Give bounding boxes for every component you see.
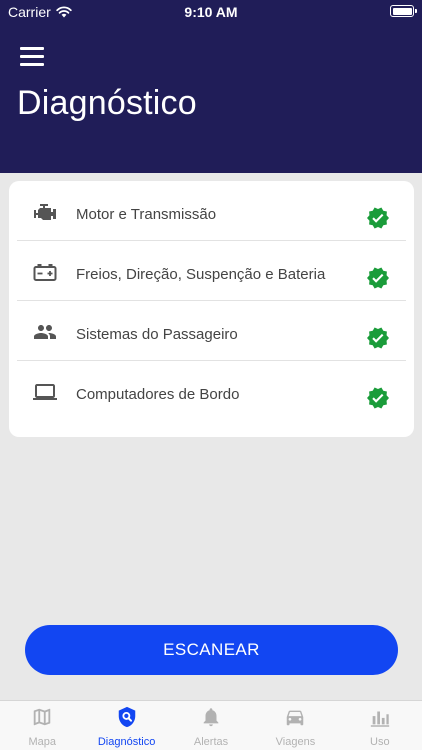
car-icon — [287, 710, 304, 726]
map-icon — [33, 708, 51, 726]
tab-label: Viagens — [275, 736, 316, 748]
tab-map[interactable]: Mapa — [0, 701, 84, 750]
tab-bar: Mapa Diagnóstico Alertas Viagens Uso — [0, 700, 422, 750]
tab-label: Uso — [370, 736, 390, 748]
systems-card: Motor e Transmissão Freios, Direção, Sus… — [9, 181, 414, 437]
system-label: Motor e Transmissão — [76, 206, 217, 223]
scan-button[interactable]: ESCANEAR — [25, 625, 398, 675]
check-badge-icon — [367, 267, 389, 289]
computer-icon — [33, 384, 57, 400]
check-badge-icon — [367, 327, 389, 349]
battery-icon — [390, 5, 417, 17]
tab-label: Mapa — [28, 736, 56, 748]
tab-usage[interactable]: Uso — [338, 701, 422, 750]
check-badge-icon — [367, 387, 389, 409]
page-title: Diagnóstico — [17, 84, 197, 122]
system-label: Sistemas do Passageiro — [76, 326, 238, 343]
system-row-passenger[interactable]: Sistemas do Passageiro — [17, 301, 406, 361]
system-row-brakes-battery[interactable]: Freios, Direção, Suspenção e Bateria — [17, 241, 406, 301]
tab-label: Diagnóstico — [97, 736, 156, 748]
clock: 9:10 AM — [184, 4, 238, 20]
menu-button[interactable] — [20, 46, 44, 66]
bell-icon — [203, 708, 219, 727]
bar-chart-icon — [370, 711, 389, 727]
tab-label: Alertas — [193, 736, 229, 748]
tab-trips[interactable]: Viagens — [253, 701, 337, 750]
system-row-computers[interactable]: Computadores de Bordo — [17, 361, 406, 421]
tab-diagnostic[interactable]: Diagnóstico — [84, 701, 168, 750]
tab-alerts[interactable]: Alertas — [169, 701, 253, 750]
system-label: Computadores de Bordo — [76, 386, 240, 403]
status-bar: Carrier 9:10 AM — [0, 0, 422, 24]
engine-icon — [34, 204, 56, 220]
check-badge-icon — [367, 207, 389, 229]
system-row-engine[interactable]: Motor e Transmissão — [17, 181, 406, 241]
header: Carrier 9:10 AM Diagnóstico — [0, 0, 422, 173]
people-icon — [34, 325, 56, 339]
diagnostic-shield-icon — [118, 706, 135, 728]
system-label: Freios, Direção, Suspenção e Bateria — [76, 266, 326, 283]
battery-icon — [33, 264, 57, 281]
